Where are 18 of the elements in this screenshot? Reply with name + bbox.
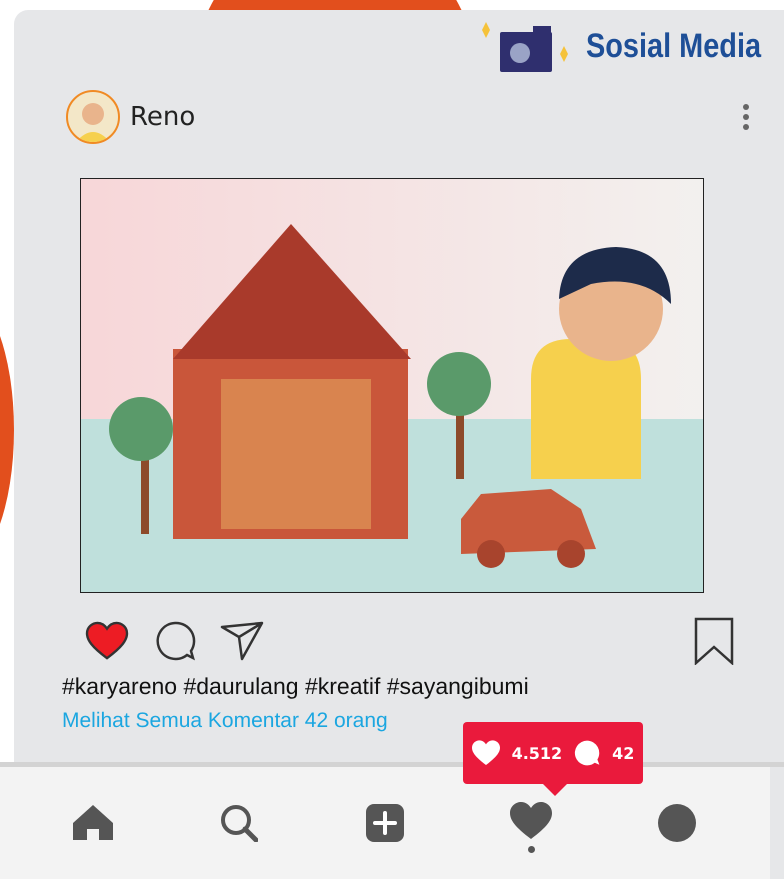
search-icon xyxy=(220,804,258,842)
home-icon xyxy=(72,804,114,842)
heart-icon xyxy=(472,740,500,766)
like-heart-icon[interactable] xyxy=(84,621,130,661)
add-icon xyxy=(366,804,404,842)
comment-icon xyxy=(574,740,600,766)
post-caption: #karyareno #daurulang #kreatif #sayangibumi xyxy=(62,673,530,700)
bookmark-icon[interactable] xyxy=(694,617,734,665)
comments-count: 42 xyxy=(612,744,634,762)
likes-count: 4.512 xyxy=(512,744,562,762)
selected-indicator xyxy=(528,846,534,852)
comment-icon[interactable] xyxy=(154,621,196,661)
send-icon[interactable] xyxy=(220,621,264,661)
username[interactable]: Reno xyxy=(130,102,742,132)
profile-icon xyxy=(658,804,696,842)
heart-icon xyxy=(510,802,552,840)
app-logo-text: Sosial Media xyxy=(586,26,762,66)
more-options-icon[interactable] xyxy=(742,103,750,131)
